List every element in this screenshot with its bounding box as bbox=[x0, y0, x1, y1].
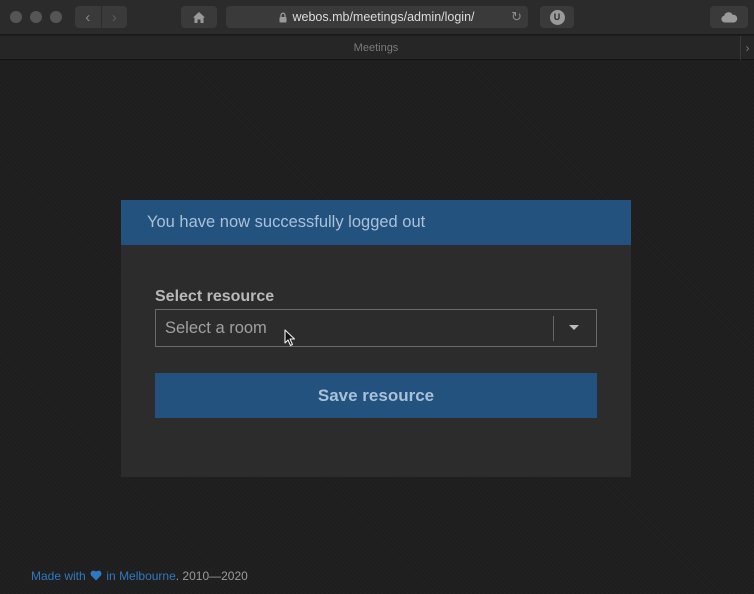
mouse-pointer-icon bbox=[284, 329, 296, 347]
lock-icon bbox=[279, 12, 287, 23]
tab-meetings[interactable]: Meetings bbox=[0, 36, 752, 60]
room-select[interactable]: Select a room bbox=[155, 309, 597, 347]
close-window-button[interactable] bbox=[10, 11, 22, 23]
zoom-window-button[interactable] bbox=[50, 11, 62, 23]
room-select-value: Select a room bbox=[165, 319, 267, 337]
address-bar[interactable]: webos.mb/meetings/admin/login/ ↻ bbox=[226, 6, 528, 28]
logout-alert: You have now successfully logged out bbox=[121, 200, 631, 245]
history-nav: ‹ › bbox=[75, 6, 127, 28]
icloud-tabs-button[interactable] bbox=[710, 6, 748, 28]
select-resource-label: Select resource bbox=[155, 288, 275, 305]
minimize-window-button[interactable] bbox=[30, 11, 42, 23]
cloud-icon bbox=[721, 11, 738, 22]
browser-toolbar: ‹ › webos.mb/meetings/admin/login/ ↻ U bbox=[0, 0, 754, 35]
heart-icon bbox=[90, 570, 102, 581]
tab-bar: Meetings › bbox=[0, 36, 754, 60]
back-button[interactable]: ‹ bbox=[75, 6, 101, 28]
page-content: You have now successfully logged out Sel… bbox=[0, 61, 754, 594]
save-resource-button[interactable]: Save resource bbox=[155, 373, 597, 418]
home-button[interactable] bbox=[181, 6, 217, 28]
footer: Made with in Melbourne. 2010—2020 bbox=[31, 569, 248, 583]
url-text: webos.mb/meetings/admin/login/ bbox=[292, 10, 475, 24]
made-with-link[interactable]: Made with bbox=[31, 569, 86, 583]
home-icon bbox=[193, 11, 205, 23]
melbourne-link[interactable]: in Melbourne bbox=[106, 569, 175, 583]
chevron-down-icon[interactable] bbox=[569, 325, 579, 330]
resource-form: Select resource Select a room Save resou… bbox=[121, 245, 631, 418]
extension-badge: U bbox=[549, 9, 565, 25]
select-separator bbox=[553, 316, 554, 341]
footer-years: . 2010—2020 bbox=[175, 569, 248, 583]
reload-icon[interactable]: ↻ bbox=[511, 10, 522, 24]
forward-button[interactable]: › bbox=[100, 6, 128, 28]
login-card: You have now successfully logged out Sel… bbox=[121, 200, 631, 477]
new-tab-button[interactable]: › bbox=[740, 36, 754, 60]
extension-button[interactable]: U bbox=[540, 6, 574, 28]
